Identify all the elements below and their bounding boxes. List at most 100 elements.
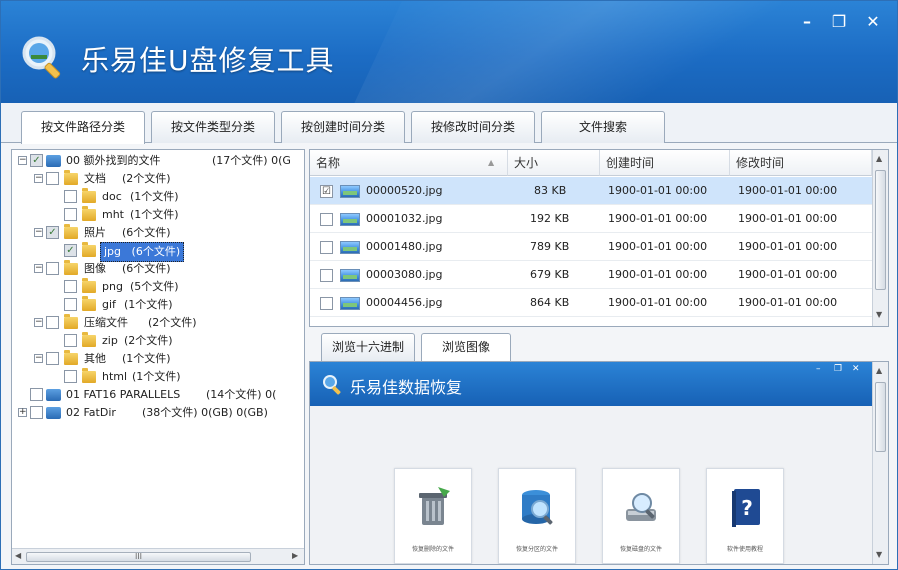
image-file-icon [340,241,360,254]
tree-label: 图像 [84,262,106,275]
file-row[interactable]: 00001032.jpg 192 KB 1900-01-01 00:00 190… [310,205,872,233]
collapse-icon[interactable]: − [34,228,43,237]
checkbox[interactable] [30,388,43,401]
image-preview: 乐易佳数据恢复 – ❐ ✕ 恢复删除的文件 恢复分区的文件 恢复磁盘的文件 ? … [309,361,889,565]
minimize-icon: – [816,364,821,374]
tab-by-modified[interactable]: 按修改时间分类 [411,111,535,143]
scrollbar-thumb[interactable] [875,170,886,290]
checkbox[interactable] [46,352,59,365]
app-window: 乐易佳U盘修复工具 – ❐ ✕ 按文件路径分类 按文件类型分类 按创建时间分类 … [0,0,898,570]
file-row[interactable]: 00004456.jpg 864 KB 1900-01-01 00:00 190… [310,289,872,317]
row-checkbox[interactable]: ☑ [320,185,333,198]
minimize-button[interactable]: – [791,11,823,35]
scroll-up-icon[interactable]: ▲ [876,366,882,375]
sort-asc-icon: ▲ [488,158,495,167]
main-tabs: 按文件路径分类 按文件类型分类 按创建时间分类 按修改时间分类 文件搜索 [1,103,897,144]
tree-item-png[interactable]: png (5个文件) [50,278,300,296]
checkbox[interactable] [64,334,77,347]
file-list-vertical-scrollbar[interactable]: ▲ ▼ [872,150,888,326]
tree-count: (2个文件) [148,316,197,329]
scrollbar-thumb[interactable]: III [26,552,251,562]
file-row[interactable]: 00001480.jpg 789 KB 1900-01-01 00:00 190… [310,233,872,261]
tree-item-html[interactable]: html (1个文件) [50,368,300,386]
tab-by-path[interactable]: 按文件路径分类 [21,111,145,144]
tree-item-doc[interactable]: doc (1个文件) [50,188,300,206]
tree-item-gif[interactable]: gif (1个文件) [50,296,300,314]
scroll-down-icon[interactable]: ▼ [876,310,882,319]
tree-item-root2[interactable]: + 02 FatDir (38个文件) 0(GB) 0(GB) [16,404,304,422]
row-checkbox[interactable] [320,213,333,226]
tree-item-photos[interactable]: − ✓ 照片 (6个文件) [32,224,302,242]
checkbox[interactable] [46,316,59,329]
tree-item-archives[interactable]: − 压缩文件 (2个文件) [32,314,302,332]
tab-by-created[interactable]: 按创建时间分类 [281,111,405,143]
checkbox[interactable] [46,262,59,275]
file-name: 00003080.jpg [366,268,443,281]
tab-file-search[interactable]: 文件搜索 [541,111,665,143]
folder-tree[interactable]: − ✓ 00 额外找到的文件 (17个文件) 0(G − 文档 (2个文件) d… [11,149,305,565]
folder-icon [64,350,78,365]
collapse-icon[interactable]: − [34,174,43,183]
column-header-name[interactable]: 名称 ▲ [310,150,508,176]
scrollbar-thumb[interactable] [875,382,886,452]
collapse-icon[interactable]: − [34,354,43,363]
scroll-left-icon[interactable]: ◀ [15,551,21,560]
folder-icon [82,242,96,257]
collapse-icon[interactable]: − [18,156,27,165]
tree-item-mht[interactable]: mht (1个文件) [50,206,300,224]
tree-item-root0[interactable]: − ✓ 00 额外找到的文件 (17个文件) 0(G [16,152,304,170]
collapse-icon[interactable]: − [34,264,43,273]
checkbox[interactable] [64,370,77,383]
checkbox[interactable] [46,172,59,185]
checkbox[interactable] [30,406,43,419]
checkbox[interactable]: ✓ [64,244,77,257]
tree-item-root1[interactable]: 01 FAT16 PARALLELS (14个文件) 0( [16,386,304,404]
preview-vertical-scrollbar[interactable]: ▲ ▼ [872,362,888,564]
tab-hex-view[interactable]: 浏览十六进制 [321,333,415,361]
checkbox[interactable] [64,298,77,311]
tree-label-selected[interactable]: jpg (6个文件) [100,242,185,262]
tree-item-zip[interactable]: zip (2个文件) [50,332,300,350]
file-row[interactable]: 00003080.jpg 679 KB 1900-01-01 00:00 190… [310,261,872,289]
folder-icon [64,314,78,329]
tree-item-images[interactable]: − 图像 (6个文件) [32,260,302,278]
restore-button[interactable]: ❐ [823,11,855,35]
checkbox[interactable]: ✓ [30,154,43,167]
checkbox[interactable] [64,208,77,221]
tree-item-other[interactable]: − 其他 (1个文件) [32,350,302,368]
folder-icon [82,296,96,311]
tree-item-documents[interactable]: − 文档 (2个文件) [32,170,302,188]
tree-count: (1个文件) [132,370,181,383]
checkbox[interactable] [64,280,77,293]
scrollbar-grip: III [134,552,143,561]
tree-label: 其他 [84,352,106,365]
column-header-size[interactable]: 大小 [508,150,600,176]
drive-search-icon [626,493,656,521]
file-row[interactable]: ☑ 00000520.jpg 83 KB 1900-01-01 00:00 19… [310,177,872,205]
collapse-icon[interactable]: − [34,318,43,327]
tab-image-view[interactable]: 浏览图像 [421,333,511,361]
row-checkbox[interactable] [320,297,333,310]
tree-item-jpg[interactable]: ✓ jpg (6个文件) [50,242,300,262]
scroll-down-icon[interactable]: ▼ [876,550,882,559]
file-name: 00004456.jpg [366,296,443,309]
scroll-right-icon[interactable]: ▶ [292,551,298,560]
checkbox[interactable] [64,190,77,203]
file-list[interactable]: 名称 ▲ 大小 创建时间 修改时间 ☑ 00000520.jpg 83 KB 19… [309,149,889,327]
row-checkbox[interactable] [320,269,333,282]
tree-horizontal-scrollbar[interactable]: ◀ III ▶ [12,548,304,564]
file-created: 1900-01-01 00:00 [608,296,708,309]
checkbox[interactable]: ✓ [46,226,59,239]
scroll-up-icon[interactable]: ▲ [876,154,882,163]
column-header-created[interactable]: 创建时间 [600,150,730,176]
folder-icon [82,278,96,293]
row-checkbox[interactable] [320,241,333,254]
file-modified: 1900-01-01 00:00 [738,268,838,281]
tab-by-type[interactable]: 按文件类型分类 [151,111,275,143]
tree-count: (5个文件) [130,280,179,293]
close-button[interactable]: ✕ [857,11,889,35]
expand-icon[interactable]: + [18,408,27,417]
tree-count: (1个文件) [124,298,173,311]
column-header-modified[interactable]: 修改时间 [730,150,872,176]
tree-label: 02 FatDir [66,406,116,419]
